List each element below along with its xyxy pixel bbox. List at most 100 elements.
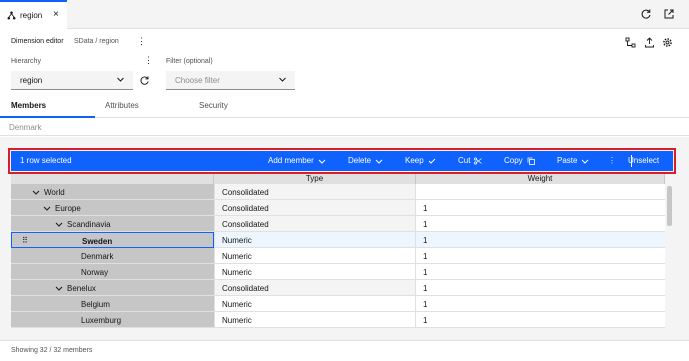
table-row[interactable]: Belgium Numeric 1 — [11, 296, 673, 312]
table-row[interactable]: Benelux Consolidated 1 — [11, 280, 673, 296]
member-name: Norway — [81, 268, 109, 277]
active-tab-indicator — [0, 116, 95, 118]
close-icon[interactable]: × — [53, 10, 59, 20]
delete-button[interactable]: Delete — [348, 156, 383, 165]
checkmark-icon — [428, 158, 436, 164]
weight-cell[interactable]: 1 — [416, 312, 665, 328]
weight-value: 1 — [423, 316, 428, 325]
type-cell[interactable]: Numeric — [214, 296, 416, 312]
member-name: Sweden — [82, 237, 113, 246]
type-value: Numeric — [222, 300, 252, 309]
chevron-down-icon — [582, 159, 589, 164]
type-value: Consolidated — [222, 284, 269, 293]
tab-region[interactable]: region × — [0, 0, 67, 29]
member-name: Denmark — [81, 252, 114, 261]
member-name-cell[interactable]: Scandinavia — [11, 216, 214, 232]
type-cell[interactable]: Consolidated — [214, 184, 416, 200]
member-name-cell[interactable]: World — [11, 184, 214, 200]
member-name: Europe — [55, 204, 81, 213]
weight-value: 1 — [423, 284, 428, 293]
chevron-down-icon[interactable] — [55, 284, 63, 292]
weight-cell[interactable] — [416, 184, 665, 200]
selection-toolbar: 1 row selected Add member Delete Keep Cu… — [11, 151, 673, 171]
table-row[interactable]: Europe Consolidated 1 — [11, 200, 673, 216]
weight-cell[interactable]: 1 — [416, 232, 665, 248]
table-row[interactable]: Norway Numeric 1 — [11, 264, 673, 280]
unselect-button[interactable]: Unselect — [628, 156, 659, 165]
settings-icon[interactable] — [662, 37, 673, 48]
member-name-cell[interactable]: Europe — [11, 200, 214, 216]
copy-button[interactable]: Copy — [504, 156, 535, 165]
name-column-header — [11, 174, 214, 184]
filter-select[interactable]: Choose filter — [166, 71, 295, 90]
copy-icon — [527, 157, 535, 165]
table-row[interactable]: Denmark Numeric 1 — [11, 248, 673, 264]
member-name-cell[interactable]: Denmark — [11, 248, 214, 264]
type-cell[interactable]: Numeric — [214, 232, 416, 248]
weight-value: 1 — [423, 204, 428, 213]
type-cell[interactable]: Consolidated — [214, 280, 416, 296]
table-row[interactable]: Scandinavia Consolidated 1 — [11, 216, 673, 232]
hierarchy-more-icon[interactable]: ⋮ — [144, 55, 153, 66]
member-name-cell[interactable]: Benelux — [11, 280, 214, 296]
member-name-cell[interactable]: ⠿ Sweden — [11, 232, 214, 248]
tab-attributes[interactable]: Attributes — [105, 101, 139, 110]
search-input[interactable] — [0, 119, 689, 136]
toolbar-overflow-icon[interactable]: ⋮ — [608, 156, 616, 165]
refresh-icon[interactable] — [640, 8, 652, 20]
chevron-down-icon[interactable] — [55, 220, 63, 228]
weight-value: 1 — [423, 300, 428, 309]
weight-cell[interactable]: 1 — [416, 280, 665, 296]
table-row[interactable]: ⠿ Sweden Numeric 1 — [11, 232, 673, 248]
dimension-icon — [7, 11, 16, 20]
type-column-header[interactable]: Type — [214, 174, 416, 184]
weight-cell[interactable]: 1 — [416, 216, 665, 232]
editor-path: SData / region — [74, 38, 119, 45]
hierarchy-icon[interactable] — [625, 37, 636, 48]
member-name: World — [44, 188, 65, 197]
chevron-down-icon[interactable] — [43, 204, 51, 212]
chevron-down-icon[interactable] — [32, 188, 40, 196]
tab-security[interactable]: Security — [199, 101, 228, 110]
weight-cell[interactable]: 1 — [416, 264, 665, 280]
chevron-down-icon — [117, 77, 124, 82]
vertical-scrollbar[interactable] — [667, 186, 672, 226]
keep-button[interactable]: Keep — [405, 156, 436, 165]
filter-placeholder: Choose filter — [175, 76, 220, 85]
member-name-cell[interactable]: Belgium — [11, 296, 214, 312]
hierarchy-select[interactable]: region — [11, 71, 133, 90]
delete-label: Delete — [348, 156, 372, 165]
type-value: Numeric — [222, 316, 252, 325]
weight-value: 1 — [423, 252, 428, 261]
table-row[interactable]: World Consolidated — [11, 184, 673, 200]
member-name: Belgium — [81, 300, 110, 309]
chevron-down-icon — [318, 159, 326, 164]
weight-cell[interactable]: 1 — [416, 296, 665, 312]
refresh-hierarchy-icon[interactable] — [139, 75, 150, 86]
type-cell[interactable]: Numeric — [214, 248, 416, 264]
type-cell[interactable]: Consolidated — [214, 200, 416, 216]
member-name-cell[interactable]: Norway — [11, 264, 214, 280]
weight-cell[interactable]: 1 — [416, 248, 665, 264]
member-name: Scandinavia — [67, 220, 111, 229]
drag-handle-icon[interactable]: ⠿ — [22, 236, 28, 245]
type-cell[interactable]: Numeric — [214, 312, 416, 328]
type-cell[interactable]: Numeric — [214, 264, 416, 280]
selection-status: 1 row selected — [20, 156, 72, 165]
copy-label: Copy — [504, 156, 523, 165]
upload-icon[interactable] — [644, 37, 655, 48]
weight-column-header[interactable]: Weight — [416, 174, 665, 184]
type-cell[interactable]: Consolidated — [214, 216, 416, 232]
member-name: Luxemburg — [81, 316, 122, 325]
add-member-button[interactable]: Add member — [268, 156, 326, 165]
tab-members[interactable]: Members — [11, 101, 46, 110]
popout-icon[interactable] — [663, 8, 675, 20]
type-value: Consolidated — [222, 220, 269, 229]
weight-cell[interactable]: 1 — [416, 200, 665, 216]
member-name-cell[interactable]: Luxemburg — [11, 312, 214, 328]
paste-button[interactable]: Paste — [557, 156, 589, 165]
cut-button[interactable]: Cut — [458, 156, 483, 165]
overflow-menu-icon[interactable]: ⋮ — [137, 36, 146, 47]
member-name: Benelux — [67, 284, 96, 293]
table-row[interactable]: Luxemburg Numeric 1 — [11, 312, 673, 328]
